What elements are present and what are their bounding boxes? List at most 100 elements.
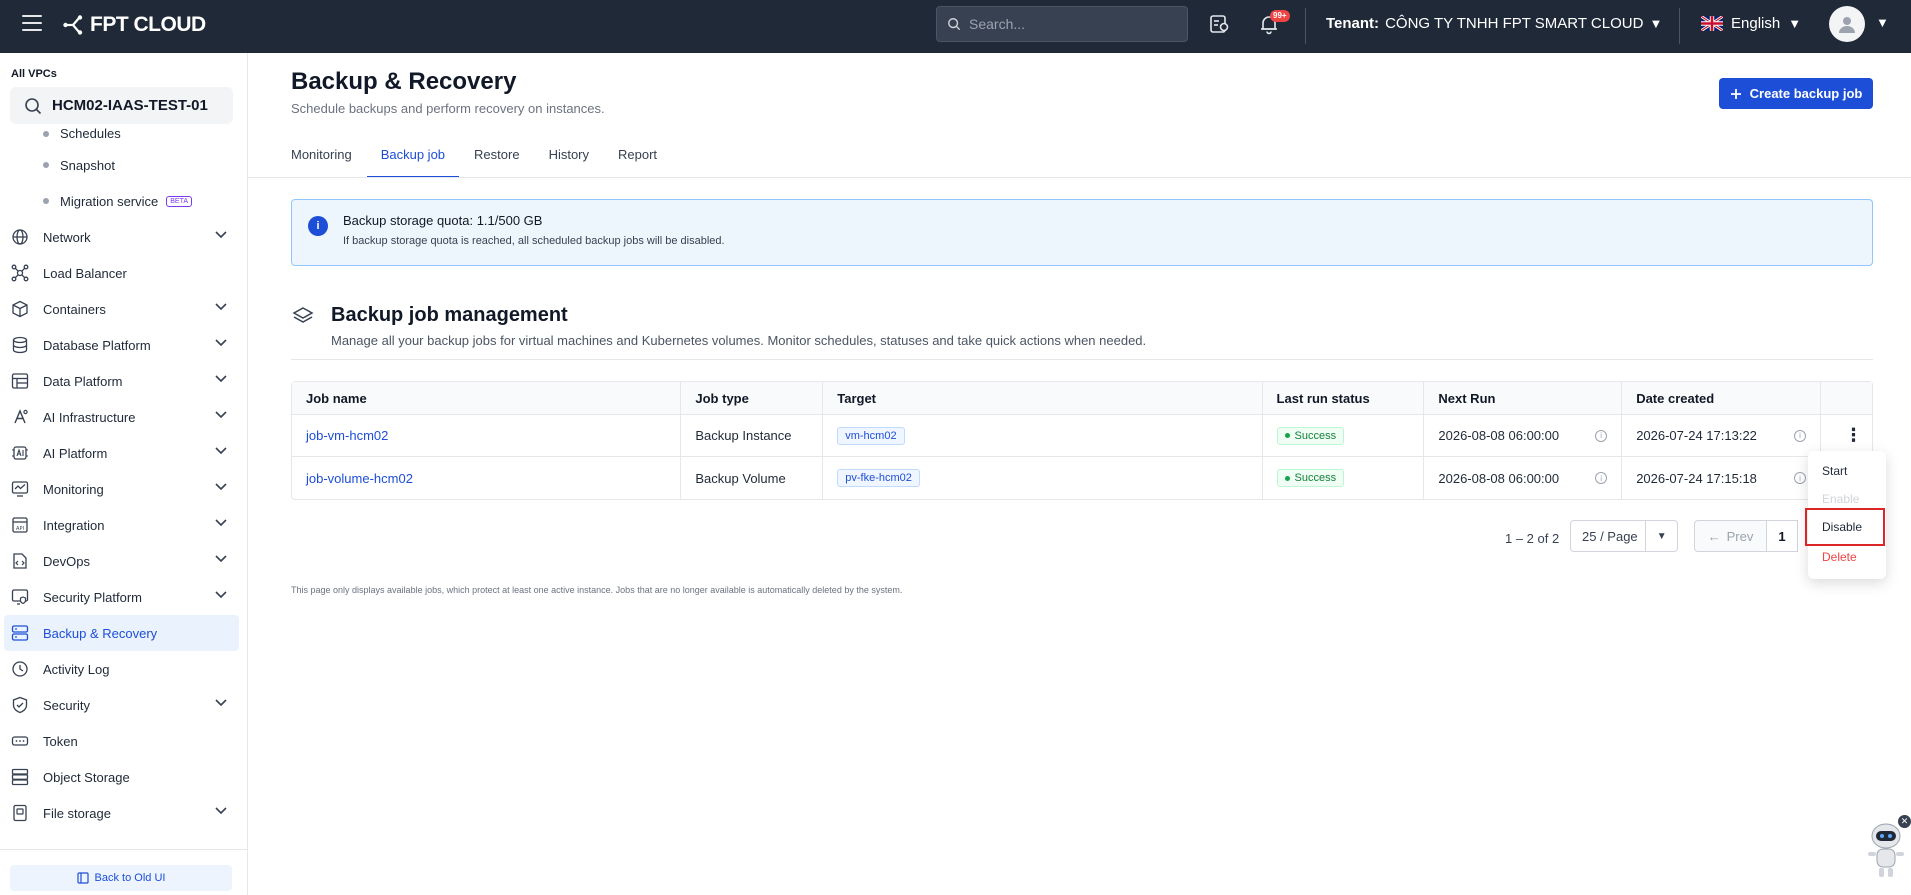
vpc-selector[interactable]: HCM02-IAAS-TEST-01 xyxy=(10,87,233,124)
language-selector[interactable]: English ▼ xyxy=(1701,15,1801,32)
status-dot xyxy=(1284,475,1290,481)
sidebar-item-label: Security xyxy=(43,697,90,713)
sidebar-item-label: AI Platform xyxy=(43,445,108,461)
globe-icon xyxy=(10,227,30,247)
sidebar-item-label: Integration xyxy=(43,517,105,533)
bullet xyxy=(43,162,49,168)
object-storage-icon xyxy=(10,767,30,787)
vpc-label: All VPCs xyxy=(11,68,57,80)
chevron-down-icon xyxy=(215,555,227,563)
fpt-cloud-logo[interactable]: FPT CLOUD xyxy=(62,13,206,37)
menu-item-start[interactable]: Start xyxy=(1808,457,1886,485)
column-header-job-name[interactable]: Job name xyxy=(292,382,682,415)
column-header-next-run[interactable]: Next Run xyxy=(1424,382,1623,415)
ai-infrastructure-icon xyxy=(10,407,30,427)
sidebar-item-ai-infrastructure[interactable]: AI Infrastructure xyxy=(0,399,247,435)
sidebar-item-load-balancer[interactable]: Load Balancer xyxy=(0,255,247,291)
info-icon[interactable]: i xyxy=(1595,429,1608,442)
sidebar-item-devops[interactable]: DevOps xyxy=(0,543,247,579)
search-icon xyxy=(25,97,42,114)
sidebar-subitem-schedules[interactable]: Schedules xyxy=(0,120,247,147)
sidebar-item-backup-recovery[interactable]: Backup & Recovery xyxy=(4,615,239,651)
prev-label: Prev xyxy=(1726,528,1754,544)
back-to-old-ui-label: Back to Old UI xyxy=(94,872,166,884)
column-header-last-run-status[interactable]: Last run status xyxy=(1262,382,1425,415)
arrow-left-icon: ← xyxy=(1707,528,1721,544)
quota-description: If backup storage quota is reached, all … xyxy=(343,235,725,247)
sidebar-item-object-storage[interactable]: Object Storage xyxy=(0,759,247,795)
task-list-icon[interactable] xyxy=(1208,13,1232,37)
notification-bell-icon[interactable]: 99+ xyxy=(1258,10,1290,37)
info-icon[interactable]: i xyxy=(1595,472,1608,484)
menu-item-disable[interactable]: Disable xyxy=(1805,508,1885,546)
tab-report[interactable]: Report xyxy=(618,137,657,178)
user-avatar[interactable] xyxy=(1829,6,1865,42)
create-backup-job-button[interactable]: Create backup job xyxy=(1719,78,1873,109)
beta-badge: BETA xyxy=(166,195,193,207)
quota-title: Backup storage quota: 1.1/500 GB xyxy=(343,213,543,228)
caret-down-icon: ▼ xyxy=(1656,530,1667,542)
cube-icon xyxy=(10,299,30,319)
user-menu-caret-icon[interactable]: ▼ xyxy=(1876,15,1889,30)
create-button-label: Create backup job xyxy=(1749,86,1863,101)
global-search[interactable] xyxy=(936,6,1188,42)
target-tag[interactable]: vm-hcm02 xyxy=(837,426,905,445)
sidebar-item-security[interactable]: Security xyxy=(0,687,247,723)
sidebar-subitem-label: Schedules xyxy=(60,126,121,141)
table-row: job-volume-hcm02 Backup Volume pv-fke-hc… xyxy=(292,457,1872,499)
column-header-date-created[interactable]: Date created xyxy=(1622,382,1821,415)
sidebar-item-label: Monitoring xyxy=(43,481,104,497)
prev-page-button[interactable]: ← Prev xyxy=(1694,520,1766,552)
sidebar-item-ai-platform[interactable]: AI Platform xyxy=(0,435,247,471)
status-label: Success xyxy=(1294,472,1337,485)
sidebar-item-token[interactable]: Token xyxy=(0,723,247,759)
tab-backup-job[interactable]: Backup job xyxy=(366,137,460,178)
info-icon[interactable]: i xyxy=(1793,472,1806,484)
tab-history[interactable]: History xyxy=(549,137,589,178)
back-to-old-ui-button[interactable]: Back to Old UI xyxy=(10,865,232,891)
sidebar-item-security-platform[interactable]: Security Platform xyxy=(0,579,247,615)
sidebar-item-activity-log[interactable]: Activity Log xyxy=(0,651,247,687)
sidebar-item-database-platform[interactable]: Database Platform xyxy=(0,327,247,363)
sidebar: All VPCs HCM02-IAAS-TEST-01 Schedules Sn… xyxy=(0,53,248,895)
menu-item-delete[interactable]: Delete xyxy=(1808,543,1886,571)
column-header-job-type[interactable]: Job type xyxy=(681,382,824,415)
sidebar-item-network[interactable]: Network xyxy=(0,219,247,255)
job-name-link[interactable]: job-vm-hcm02 xyxy=(306,428,388,443)
chevron-down-icon xyxy=(215,411,227,419)
job-name-link[interactable]: job-volume-hcm02 xyxy=(306,471,413,486)
sidebar-item-containers[interactable]: Containers xyxy=(0,291,247,327)
info-icon[interactable]: i xyxy=(1793,429,1806,442)
sidebar-item-label: Data Platform xyxy=(43,373,123,389)
sidebar-subitem-migration-service[interactable]: Migration service BETA xyxy=(0,183,247,219)
hamburger-menu-icon[interactable] xyxy=(22,15,42,31)
target-tag[interactable]: pv-fke-hcm02 xyxy=(837,469,920,487)
divider xyxy=(1305,8,1306,44)
backup-icon xyxy=(10,623,30,643)
plus-icon xyxy=(1730,88,1741,99)
logo-mark-icon xyxy=(63,15,83,35)
sidebar-item-file-storage[interactable]: File storage xyxy=(0,795,247,831)
page-number-button[interactable]: 1 xyxy=(1766,520,1798,552)
uk-flag-icon xyxy=(1701,16,1723,31)
chatbot-robot-icon[interactable] xyxy=(1860,818,1908,882)
section-title: Backup job management xyxy=(331,304,568,326)
tenant-selector[interactable]: Tenant: CÔNG TY TNHH FPT SMART CLOUD ▼ xyxy=(1326,15,1662,32)
column-header-target[interactable]: Target xyxy=(823,382,1263,415)
tab-monitoring[interactable]: Monitoring xyxy=(291,137,352,178)
main-content: Backup & Recovery Schedule backups and p… xyxy=(248,53,1911,895)
divider xyxy=(1679,8,1680,44)
layers-icon xyxy=(292,307,314,323)
chevron-down-icon xyxy=(215,483,227,491)
sidebar-item-label: Token xyxy=(43,733,78,749)
tab-restore[interactable]: Restore xyxy=(474,137,520,178)
svg-text:API: API xyxy=(16,526,24,532)
sidebar-item-data-platform[interactable]: Data Platform xyxy=(0,363,247,399)
date-created-value: 2026-07-24 17:15:18 xyxy=(1636,470,1757,486)
search-input[interactable] xyxy=(969,16,1169,32)
sidebar-item-monitoring[interactable]: Monitoring xyxy=(0,471,247,507)
page-size-select[interactable]: 25 / Page ▼ xyxy=(1570,520,1678,552)
sidebar-subitem-snapshot[interactable]: Snapshot xyxy=(0,147,247,183)
chevron-down-icon xyxy=(215,447,227,455)
sidebar-item-integration[interactable]: API Integration xyxy=(0,507,247,543)
